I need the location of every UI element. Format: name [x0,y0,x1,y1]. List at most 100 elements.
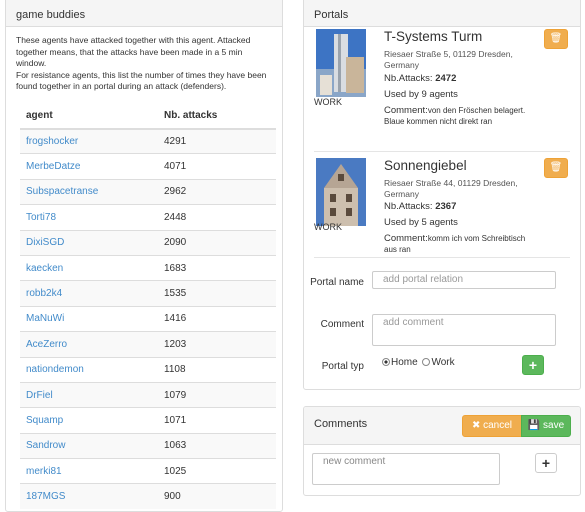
attacks-cell: 4071 [158,153,276,180]
portal-item: WORK T-Systems Turm Riesaer Straße 5, 01… [314,27,570,152]
save-button[interactable]: 💾 save [521,415,571,437]
agent-link[interactable]: DixiSGD [26,237,64,248]
portal-type-label: WORK [314,222,342,232]
agent-link[interactable]: Squamp [26,415,63,426]
agent-cell: AceZerro [20,331,158,358]
agent-cell: DrFiel [20,381,158,408]
attacks-label: Nb.Attacks: [384,201,433,212]
attacks-cell: 1683 [158,254,276,281]
intro-line-2: For resistance agents, this list the num… [16,69,267,92]
portal-comment: Comment:von den Fröschen belagert. Blaue… [384,105,534,127]
portal-type-radios: Home Work [382,357,455,368]
agent-cell: MaNuWi [20,305,158,332]
table-header: agent Nb. attacks [20,102,276,130]
agent-cell: Squamp [20,407,158,434]
cancel-button[interactable]: ✖ cancel [462,415,522,437]
agent-link[interactable]: Subspacetranse [26,186,98,197]
table-row: robb2k4 1535 [20,280,276,307]
portal-image[interactable] [316,29,366,97]
attacks-label: Nb.Attacks: [384,73,433,84]
portal-item: WORK Sonnengiebel Riesaer Straße 44, 011… [314,152,570,258]
table-row: nationdemon 1108 [20,356,276,383]
portal-used: Used by 5 agents [384,217,458,228]
table-row: Sandrow 1063 [20,432,276,459]
cancel-icon: ✖ [471,420,481,431]
attacks-cell: 1079 [158,381,276,408]
trash-icon: 🗑 [549,162,563,173]
agent-link[interactable]: robb2k4 [26,288,62,299]
agent-link[interactable]: AceZerro [26,339,67,350]
agent-link[interactable]: Torti78 [26,212,56,223]
attacks-cell: 4291 [158,127,276,154]
agent-cell: merki81 [20,458,158,484]
agent-cell: DixiSGD [20,229,158,256]
agent-cell: frogshocker [20,127,158,154]
portal-used: Used by 9 agents [384,89,458,100]
portal-address: Riesaer Straße 44, 01129 Dresden, German… [384,178,518,199]
add-comment-button[interactable]: + [535,453,557,473]
panel-title: game buddies [6,0,282,27]
portal-type-label: Portal typ [321,361,364,372]
agent-cell: Torti78 [20,204,158,231]
radio-home[interactable] [382,358,390,366]
agent-link[interactable]: frogshocker [26,136,78,147]
agent-link[interactable]: MerbeDatze [26,161,80,172]
table-row: frogshocker 4291 [20,127,276,154]
table-row: merki81 1025 [20,458,276,484]
radio-work[interactable] [422,358,431,366]
attacks-cell: 1535 [158,280,276,307]
new-comment-input[interactable]: new comment [312,453,500,485]
portal-image[interactable] [316,158,366,226]
agent-link[interactable]: nationdemon [26,364,84,375]
portal-name: T-Systems Turm [384,29,483,44]
agent-cell: nationdemon [20,356,158,383]
add-portal-button[interactable]: + [522,355,544,375]
table-row: Subspacetranse 2962 [20,178,276,205]
agent-link[interactable]: DrFiel [26,390,53,401]
intro-text: These agents have attacked together with… [6,27,282,93]
table-row: DrFiel 1079 [20,381,276,408]
portal-attacks: Nb.Attacks: 2472 [384,73,456,84]
attacks-cell: 1025 [158,458,276,484]
table-row: kaecken 1683 [20,254,276,281]
intro-line-1: These agents have attacked together with… [16,35,251,68]
game-buddies-panel: game buddies These agents have attacked … [5,0,283,512]
agent-link[interactable]: Sandrow [26,440,65,451]
col-attacks: Nb. attacks [158,102,276,130]
agent-link[interactable]: 187MGS [26,491,65,502]
portal-attacks: Nb.Attacks: 2367 [384,201,456,212]
attacks-cell: 2962 [158,178,276,205]
agent-cell: MerbeDatze [20,153,158,180]
buddies-table: agent Nb. attacks frogshocker 4291 MerbeDa… [20,102,276,510]
attacks-cell: 1416 [158,305,276,332]
attacks-cell: 1203 [158,331,276,358]
comment-label: Comment: [384,105,428,116]
agent-link[interactable]: merki81 [26,466,62,477]
radio-home-label: Home [391,357,418,368]
attacks-cell: 900 [158,483,276,510]
radio-work-label: Work [431,357,455,368]
attacks-cell: 1063 [158,432,276,459]
portal-name: Sonnengiebel [384,158,467,173]
attacks-cell: 2090 [158,229,276,256]
comments-panel: Comments ✖ cancel 💾 save new comment + [303,406,581,496]
portal-name-label: Portal name [310,277,364,288]
agent-cell: kaecken [20,254,158,281]
portal-comment: Comment:komm ich vom Schreibtisch aus ra… [384,233,534,255]
delete-portal-button[interactable]: 🗑 [544,29,568,49]
attacks-cell: 1071 [158,407,276,434]
portal-comment-input[interactable]: add comment [372,314,556,346]
table-row: 187MGS 900 [20,483,276,510]
save-label: save [543,420,565,431]
agent-cell: Subspacetranse [20,178,158,205]
save-icon: 💾 [527,420,541,431]
agent-link[interactable]: kaecken [26,263,63,274]
portal-name-input[interactable]: add portal relation [372,271,556,289]
portal-address: Riesaer Straße 5, 01129 Dresden, Germany [384,49,513,70]
delete-portal-button[interactable]: 🗑 [544,158,568,178]
table-row: AceZerro 1203 [20,331,276,358]
agent-cell: robb2k4 [20,280,158,307]
agent-link[interactable]: MaNuWi [26,313,64,324]
agent-cell: 187MGS [20,483,158,510]
cancel-label: cancel [483,420,513,431]
